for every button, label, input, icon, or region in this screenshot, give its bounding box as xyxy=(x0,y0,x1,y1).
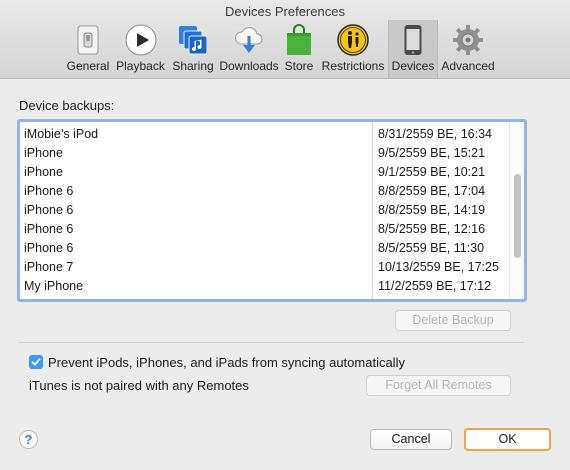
backup-row[interactable]: iPhone 6 8/8/2559 BE, 14:19 xyxy=(20,201,510,220)
sharing-icon xyxy=(176,23,210,57)
backup-date: 8/31/2559 BE, 16:34 xyxy=(378,127,492,141)
toolbar: Devices Preferences General Playback Sha… xyxy=(0,0,570,79)
tab-label: Downloads xyxy=(219,59,279,73)
tab-sharing[interactable]: Sharing xyxy=(168,20,218,78)
downloads-icon xyxy=(232,23,266,57)
tab-label: Restrictions xyxy=(321,59,385,73)
tab-general[interactable]: General xyxy=(63,20,113,78)
iphone-icon xyxy=(396,23,430,57)
tab-label: Advanced xyxy=(441,59,495,73)
tab-playback[interactable]: Playback xyxy=(113,20,168,78)
list-scrollbar[interactable] xyxy=(509,122,524,299)
checkmark-icon xyxy=(31,358,41,366)
delete-backup-button[interactable]: Delete Backup xyxy=(395,310,511,331)
backup-row[interactable]: iMobie’s iPod 8/31/2559 BE, 16:34 xyxy=(20,125,510,144)
backup-row[interactable]: iPhone 9/1/2559 BE, 10:21 xyxy=(20,163,510,182)
backup-row[interactable]: iPhone 6 8/8/2559 BE, 17:04 xyxy=(20,182,510,201)
backup-device-name: iPhone 6 xyxy=(24,184,74,198)
prevent-sync-label[interactable]: Prevent iPods, iPhones, and iPads from s… xyxy=(48,355,405,370)
backup-device-name: iPhone 6 xyxy=(24,241,74,255)
general-icon xyxy=(71,23,105,57)
preference-tabs: General Playback Sharing Downloads Store… xyxy=(63,20,498,78)
backup-date: 10/13/2559 BE, 17:25 xyxy=(378,260,499,274)
backup-row[interactable]: My iPhone 11/2/2559 BE, 17:12 xyxy=(20,277,510,296)
backup-row[interactable]: iPhone 7 10/13/2559 BE, 17:25 xyxy=(20,258,510,277)
tab-label: Playback xyxy=(116,59,165,73)
store-bag-icon xyxy=(282,23,316,57)
tab-devices[interactable]: Devices xyxy=(388,20,438,78)
remotes-status-text: iTunes is not paired with any Remotes xyxy=(29,378,249,393)
backup-device-name: iPhone 6 xyxy=(24,203,74,217)
tab-label: General xyxy=(66,59,110,73)
window-title: Devices Preferences xyxy=(225,4,345,19)
tab-downloads[interactable]: Downloads xyxy=(218,20,280,78)
tab-store[interactable]: Store xyxy=(280,20,318,78)
backup-device-name: iPhone 7 xyxy=(24,260,74,274)
scrollbar-thumb[interactable] xyxy=(514,174,521,258)
gear-icon xyxy=(451,23,485,57)
device-backups-label: Device backups: xyxy=(19,98,115,113)
tab-label: Store xyxy=(284,59,314,73)
section-divider xyxy=(18,342,524,343)
backup-date: 9/5/2559 BE, 15:21 xyxy=(378,146,486,160)
backup-date: 8/5/2559 BE, 12:16 xyxy=(378,222,486,236)
backup-device-name: iMobie’s iPod xyxy=(24,127,99,141)
tab-label: Devices xyxy=(391,59,435,73)
cancel-button[interactable]: Cancel xyxy=(370,429,452,450)
tab-advanced[interactable]: Advanced xyxy=(438,20,498,78)
tab-restrictions[interactable]: Restrictions xyxy=(318,20,388,78)
prevent-sync-checkbox[interactable] xyxy=(29,355,43,369)
backup-row[interactable]: iPhone 9/5/2559 BE, 15:21 xyxy=(20,144,510,163)
backup-device-name: iPhone xyxy=(24,165,63,179)
backup-row[interactable]: iPhone 6 8/5/2559 BE, 11:30 xyxy=(20,239,510,258)
backup-row[interactable]: iPhone 6 8/5/2559 BE, 12:16 xyxy=(20,220,510,239)
tab-label: Sharing xyxy=(172,59,214,73)
backup-date: 8/8/2559 BE, 17:04 xyxy=(378,184,486,198)
device-backups-list[interactable]: iMobie’s iPod 8/31/2559 BE, 16:34 iPhone… xyxy=(17,119,527,302)
backup-device-name: iPhone xyxy=(24,146,63,160)
preferences-window: Devices Preferences General Playback Sha… xyxy=(0,0,570,470)
backup-device-name: My iPhone xyxy=(24,279,84,293)
help-button[interactable]: ? xyxy=(19,430,38,449)
restrictions-icon xyxy=(336,23,370,57)
backup-date: 11/2/2559 BE, 17:12 xyxy=(378,279,492,293)
backup-date: 8/8/2559 BE, 14:19 xyxy=(378,203,486,217)
play-icon xyxy=(124,23,158,57)
backup-device-name: iPhone 6 xyxy=(24,222,74,236)
forget-all-remotes-button[interactable]: Forget All Remotes xyxy=(366,375,511,396)
ok-button[interactable]: OK xyxy=(464,428,551,451)
backup-date: 8/5/2559 BE, 11:30 xyxy=(378,241,485,255)
backup-date: 9/1/2559 BE, 10:21 xyxy=(378,165,486,179)
